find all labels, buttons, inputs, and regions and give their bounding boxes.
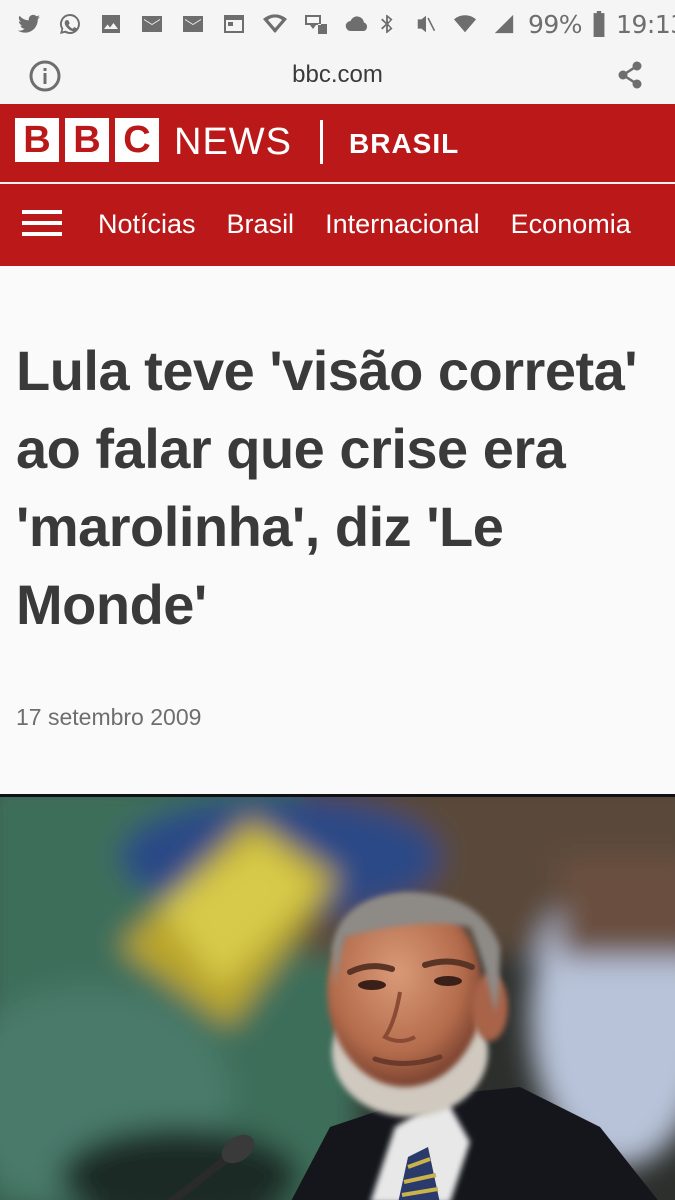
- logo-block: B: [65, 118, 109, 162]
- brand-news: NEWS: [174, 121, 292, 163]
- battery-percentage: 99%: [528, 9, 583, 39]
- nav-item-brasil[interactable]: Brasil: [227, 209, 295, 240]
- bbc-logo[interactable]: B B C: [15, 118, 159, 162]
- clock: 19:13: [616, 9, 675, 39]
- wifi-icon: [450, 11, 480, 37]
- nav-item-internacional[interactable]: Internacional: [325, 209, 480, 240]
- photo-illustration: [0, 797, 675, 1200]
- nav-item-noticias[interactable]: Notícias: [98, 209, 196, 240]
- twitter-icon: [14, 11, 44, 37]
- article-header: Lula teve 'visão correta' ao falar que c…: [0, 266, 675, 794]
- nav-fade: [635, 184, 675, 266]
- article-date: 17 setembro 2009: [16, 704, 202, 730]
- brand-divider: [320, 120, 323, 164]
- signal-icon: [489, 11, 519, 37]
- cloud-icon: [342, 11, 372, 37]
- status-bar: 99% 19:13: [0, 0, 675, 48]
- bbc-header: B B C NEWS BRASIL: [0, 104, 675, 182]
- menu-icon[interactable]: [22, 210, 62, 240]
- section-nav: Notícias Brasil Internacional Economia: [0, 184, 675, 266]
- brand-region: BRASIL: [349, 128, 460, 159]
- whatsapp-icon: [55, 11, 85, 37]
- article-photo[interactable]: [0, 794, 675, 1200]
- share-icon[interactable]: [613, 58, 647, 92]
- logo-block: B: [15, 118, 59, 162]
- gallery-icon: [96, 11, 126, 37]
- wifi-icon: [260, 11, 290, 37]
- battery-icon: [591, 11, 607, 37]
- logo-block: C: [115, 118, 159, 162]
- calendar-icon: [219, 11, 249, 37]
- mail-icon: [178, 11, 208, 37]
- bluetooth-icon: [372, 11, 402, 37]
- mute-icon: [411, 11, 441, 37]
- browser-url-bar: bbc.com: [0, 48, 675, 104]
- nav-item-economia[interactable]: Economia: [511, 209, 631, 240]
- article-headline: Lula teve 'visão correta' ao falar que c…: [16, 339, 638, 636]
- mail-icon: [137, 11, 167, 37]
- vpn-icon: [301, 11, 331, 37]
- url-text[interactable]: bbc.com: [0, 61, 675, 89]
